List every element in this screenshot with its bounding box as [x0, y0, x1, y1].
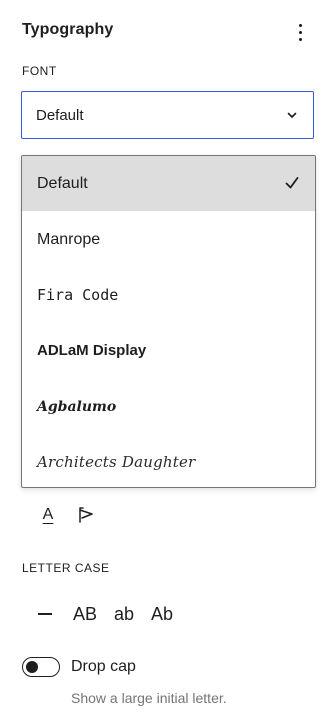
font-option-agbalumo[interactable]: Agbalumo: [22, 379, 315, 434]
letter-case-uppercase-button[interactable]: AB: [73, 600, 97, 628]
font-option-label: Architects Daughter: [37, 452, 196, 471]
font-select-value: Default: [36, 106, 84, 124]
underline-icon: A: [42, 506, 54, 523]
writing-mode-icon: [79, 507, 93, 523]
font-option-label: Manrope: [37, 230, 101, 248]
chevron-down-icon: [287, 112, 297, 118]
font-option-architects-daughter[interactable]: Architects Daughter: [22, 434, 315, 487]
letter-case-none-button[interactable]: [36, 600, 54, 628]
writing-mode-button[interactable]: [74, 503, 98, 527]
drop-cap-toggle[interactable]: [22, 657, 60, 677]
drop-cap-label[interactable]: Drop cap: [71, 658, 136, 676]
font-option-default[interactable]: Default: [22, 156, 315, 211]
font-option-label: Fira Code: [37, 285, 119, 304]
font-option-label: ADLaM Display: [37, 342, 147, 359]
font-option-label: Default: [37, 174, 88, 192]
font-option-label: Agbalumo: [37, 398, 117, 415]
font-label: FONT: [22, 64, 57, 78]
font-dropdown-list: Default Manrope Fira Code ADLaM Display …: [21, 155, 316, 488]
panel-title: Typography: [22, 21, 114, 38]
letter-case-group: AB ab Ab: [36, 600, 173, 628]
minus-icon: [38, 613, 52, 615]
letter-case-label: LETTER CASE: [22, 561, 110, 575]
toggle-knob: [26, 660, 38, 673]
font-option-manrope[interactable]: Manrope: [22, 212, 315, 267]
underline-button[interactable]: A: [36, 503, 60, 527]
letter-case-capitalize-button[interactable]: Ab: [151, 600, 173, 628]
font-option-adlam-display[interactable]: ADLaM Display: [22, 323, 315, 378]
letter-case-lowercase-button[interactable]: ab: [114, 600, 134, 628]
drop-cap-help-text: Show a large initial letter.: [71, 690, 227, 706]
font-option-fira-code[interactable]: Fira Code: [22, 267, 315, 322]
more-vertical-icon[interactable]: [288, 18, 312, 46]
font-select[interactable]: Default: [21, 91, 314, 139]
checkmark-icon: [285, 177, 299, 189]
